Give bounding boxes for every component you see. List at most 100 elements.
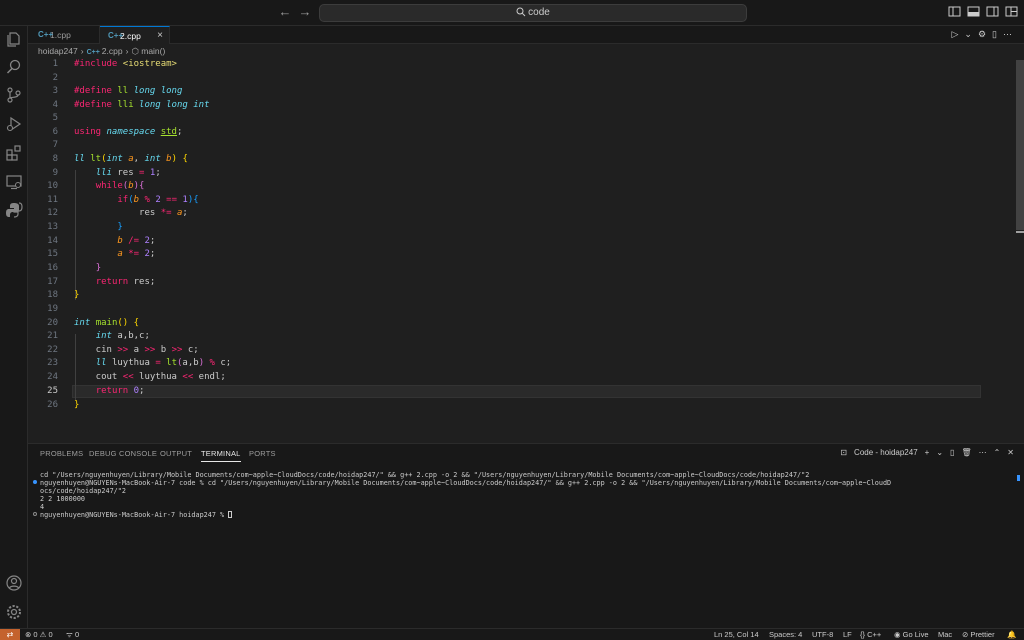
line-number[interactable]: 8: [28, 154, 58, 164]
close-icon[interactable]: ×: [157, 27, 163, 45]
cpp-file-icon: C++: [108, 31, 124, 40]
language-mode[interactable]: {} C++: [860, 629, 881, 640]
toggle-panel-icon[interactable]: [967, 5, 980, 18]
source-control-icon[interactable]: [5, 86, 23, 104]
terminal-cursor: [228, 511, 233, 518]
line-number[interactable]: 7: [28, 140, 58, 150]
account-icon[interactable]: [5, 574, 23, 592]
search-icon: [516, 7, 526, 17]
prettier-button[interactable]: ⊘ Prettier: [962, 629, 995, 640]
back-arrow-icon[interactable]: ←: [277, 4, 293, 20]
code-line: #define lli long long int: [74, 100, 210, 110]
ports-indicator[interactable]: ᯤ 0: [66, 629, 79, 640]
cube-symbol-icon: ⬡: [131, 46, 142, 56]
line-number[interactable]: 1: [28, 59, 58, 69]
line-number[interactable]: 21: [28, 331, 58, 341]
extensions-icon[interactable]: [5, 144, 23, 162]
line-number[interactable]: 17: [28, 277, 58, 287]
indentation[interactable]: Spaces: 4: [769, 629, 802, 640]
tab-1-cpp[interactable]: C++ 1.cpp: [30, 26, 100, 44]
line-number[interactable]: 12: [28, 208, 58, 218]
go-live-label: Go Live: [902, 630, 929, 639]
python-icon[interactable]: [5, 201, 23, 219]
line-number[interactable]: 9: [28, 168, 58, 178]
line-number[interactable]: 19: [28, 304, 58, 314]
toggle-secondary-sidebar-icon[interactable]: [986, 5, 999, 18]
code-line: return res;: [95, 277, 156, 287]
code-line: #include <iostream>: [74, 59, 177, 69]
run-debug-icon[interactable]: [5, 115, 23, 133]
line-number[interactable]: 4: [28, 100, 58, 110]
end-of-line[interactable]: LF: [843, 629, 852, 640]
toggle-primary-sidebar-icon[interactable]: [948, 5, 961, 18]
error-count: 0: [33, 630, 38, 639]
terminal-scroll-marker: [1017, 475, 1020, 481]
code-line: int main() {: [74, 318, 140, 328]
line-number[interactable]: 5: [28, 113, 58, 123]
line-number[interactable]: 3: [28, 86, 58, 96]
tab-output[interactable]: OUTPUT: [160, 449, 192, 458]
cursor-position[interactable]: Ln 25, Col 14: [714, 629, 759, 640]
more-actions-icon[interactable]: ⋯: [1003, 29, 1012, 40]
line-number[interactable]: 13: [28, 222, 58, 232]
line-number[interactable]: 14: [28, 236, 58, 246]
line-number[interactable]: 16: [28, 263, 58, 273]
breadcrumb-folder[interactable]: hoidap247: [38, 46, 78, 56]
breadcrumb-symbol[interactable]: main(): [141, 46, 165, 56]
forward-arrow-icon[interactable]: →: [297, 4, 313, 20]
close-panel-icon[interactable]: ✕: [1007, 448, 1014, 457]
remote-indicator-icon[interactable]: ⇄: [0, 629, 20, 640]
breadcrumb: hoidap247 › C++ 2.cpp › ⬡ main(): [38, 45, 165, 58]
line-number[interactable]: 11: [28, 195, 58, 205]
braces-icon: {}: [860, 630, 866, 639]
run-icon[interactable]: ▷: [952, 29, 959, 40]
line-number[interactable]: 20: [28, 318, 58, 328]
line-number[interactable]: 6: [28, 127, 58, 137]
command-pending-dot-icon[interactable]: [33, 512, 37, 516]
line-number[interactable]: 24: [28, 372, 58, 382]
tab-terminal[interactable]: TERMINAL: [201, 449, 241, 462]
scrollbar-cursor-marker: [1016, 231, 1024, 233]
split-editor-icon[interactable]: ▯: [992, 29, 997, 40]
remote-explorer-icon[interactable]: [5, 173, 23, 191]
maximize-panel-icon[interactable]: ⌃: [994, 448, 1001, 457]
line-number[interactable]: 2: [28, 73, 58, 83]
chevron-down-icon[interactable]: ⌄: [936, 448, 943, 457]
tab-2-cpp[interactable]: C++ 2.cpp ×: [100, 26, 170, 44]
tab-problems[interactable]: PROBLEMS: [40, 449, 83, 458]
more-actions-icon[interactable]: ⋯: [979, 448, 987, 457]
tab-ports[interactable]: PORTS: [249, 449, 276, 458]
search-icon[interactable]: [5, 58, 23, 76]
explorer-icon[interactable]: [5, 30, 23, 48]
breadcrumb-file[interactable]: 2.cpp: [102, 46, 123, 56]
code-editor[interactable]: 1 2 3 4 5 6 7 8 9 10 11 12 13 14 15 16 17 18 19 20 21 22 23 24 2…: [28, 58, 1024, 440]
line-number[interactable]: 15: [28, 249, 58, 259]
problems-indicator[interactable]: ⊗ 0 ⚠ 0: [25, 629, 53, 640]
split-terminal-icon[interactable]: ▯: [950, 448, 954, 457]
code-line: }: [95, 263, 102, 273]
line-number[interactable]: 26: [28, 400, 58, 410]
gear-icon[interactable]: ⚙: [978, 29, 986, 40]
chevron-down-icon[interactable]: ⌄: [964, 29, 972, 40]
line-number[interactable]: 25: [28, 386, 58, 396]
customize-layout-icon[interactable]: [1005, 5, 1018, 18]
line-number[interactable]: 23: [28, 358, 58, 368]
trash-icon[interactable]: 🗑: [961, 448, 971, 457]
terminal-prompt-line[interactable]: nguyenhuyen@NGUYENs-MacBook-Air-7 hoidap…: [40, 511, 233, 519]
terminal-name[interactable]: Code - hoidap247: [854, 448, 918, 457]
command-center-search[interactable]: code: [319, 4, 747, 22]
editor-scrollbar-thumb[interactable]: [1016, 60, 1024, 230]
encoding[interactable]: UTF-8: [812, 629, 833, 640]
go-live-button[interactable]: ◉ Go Live: [894, 629, 929, 640]
settings-gear-icon[interactable]: [5, 603, 23, 621]
tab-debug-console[interactable]: DEBUG CONSOLE: [89, 449, 157, 458]
line-number[interactable]: 18: [28, 290, 58, 300]
chevron-right-icon: ›: [80, 46, 84, 56]
platform-indicator[interactable]: Mac: [938, 629, 952, 640]
new-terminal-icon[interactable]: +: [925, 448, 930, 457]
command-success-dot-icon[interactable]: [33, 480, 37, 484]
line-number[interactable]: 10: [28, 181, 58, 191]
line-number[interactable]: 22: [28, 345, 58, 355]
code-line: lli res = 1;: [95, 168, 161, 178]
notifications-bell-icon[interactable]: 🔔: [1007, 629, 1016, 640]
